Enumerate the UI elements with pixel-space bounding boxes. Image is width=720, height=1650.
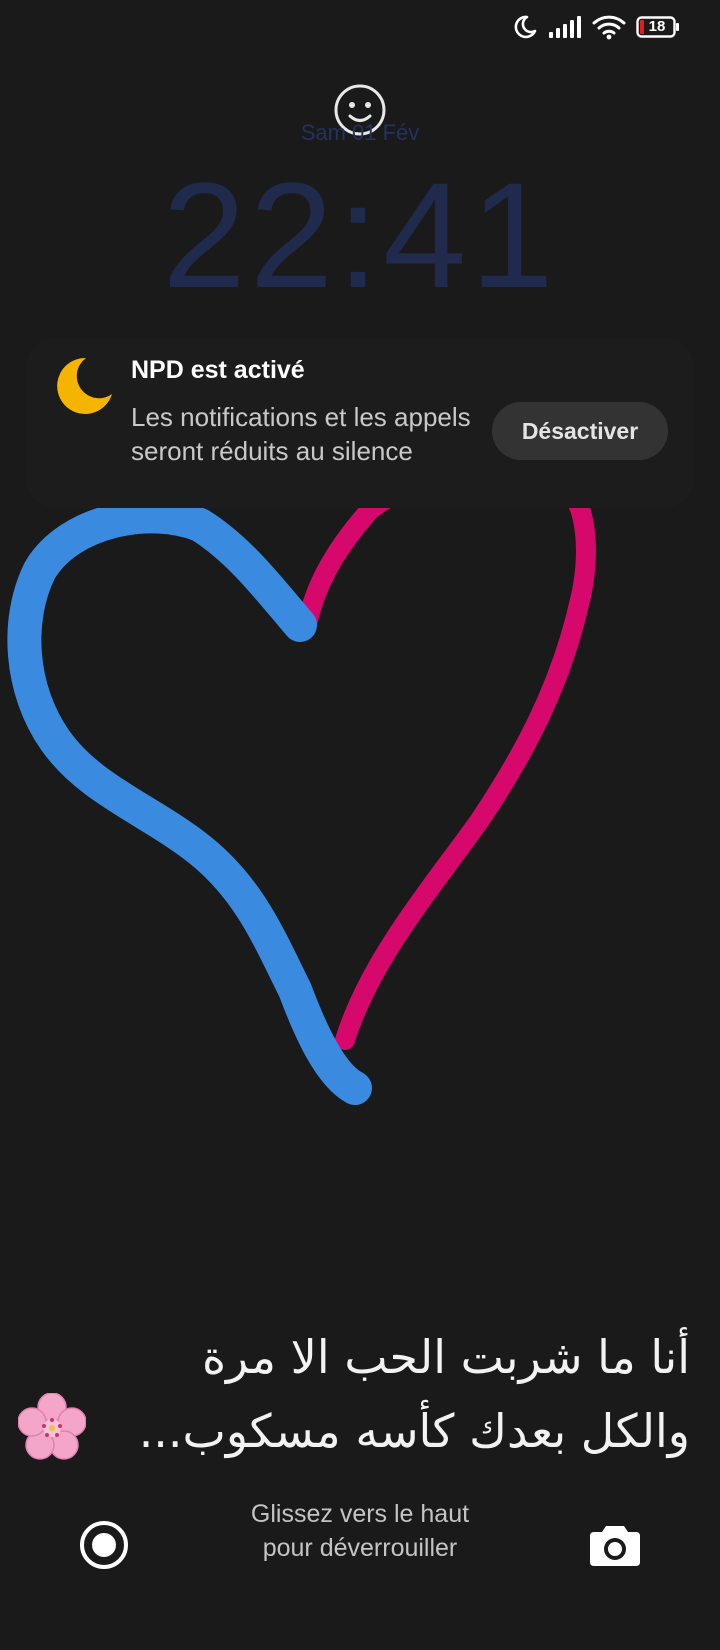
- deactivate-button[interactable]: Désactiver: [492, 402, 668, 460]
- record-icon[interactable]: [78, 1519, 130, 1571]
- camera-icon[interactable]: [588, 1522, 642, 1568]
- wallpaper-quote: أنا ما شربت الحب الا مرة والكل بعدك كأسه…: [10, 1320, 690, 1468]
- unlock-hint-line: Glissez vers le haut: [250, 1500, 470, 1528]
- notification-title: NPD est activé: [131, 356, 305, 384]
- quote-line: والكل بعدك كأسه مسكوب...: [138, 1404, 690, 1458]
- dnd-notification[interactable]: NPD est activé Les notifications et les …: [26, 338, 694, 508]
- notification-body: Les notifications et les appels seront r…: [131, 402, 471, 466]
- unlock-hint-line: pour déverrouiller: [262, 1534, 458, 1562]
- heart-right-stroke: [298, 460, 596, 1050]
- moon-icon: [57, 357, 112, 414]
- unlock-hint: Glissez vers le haut pour déverrouiller: [180, 1497, 540, 1565]
- quote-line: أنا ما شربت الحب الا مرة: [201, 1330, 690, 1384]
- cherry-blossom-icon: [18, 1393, 86, 1460]
